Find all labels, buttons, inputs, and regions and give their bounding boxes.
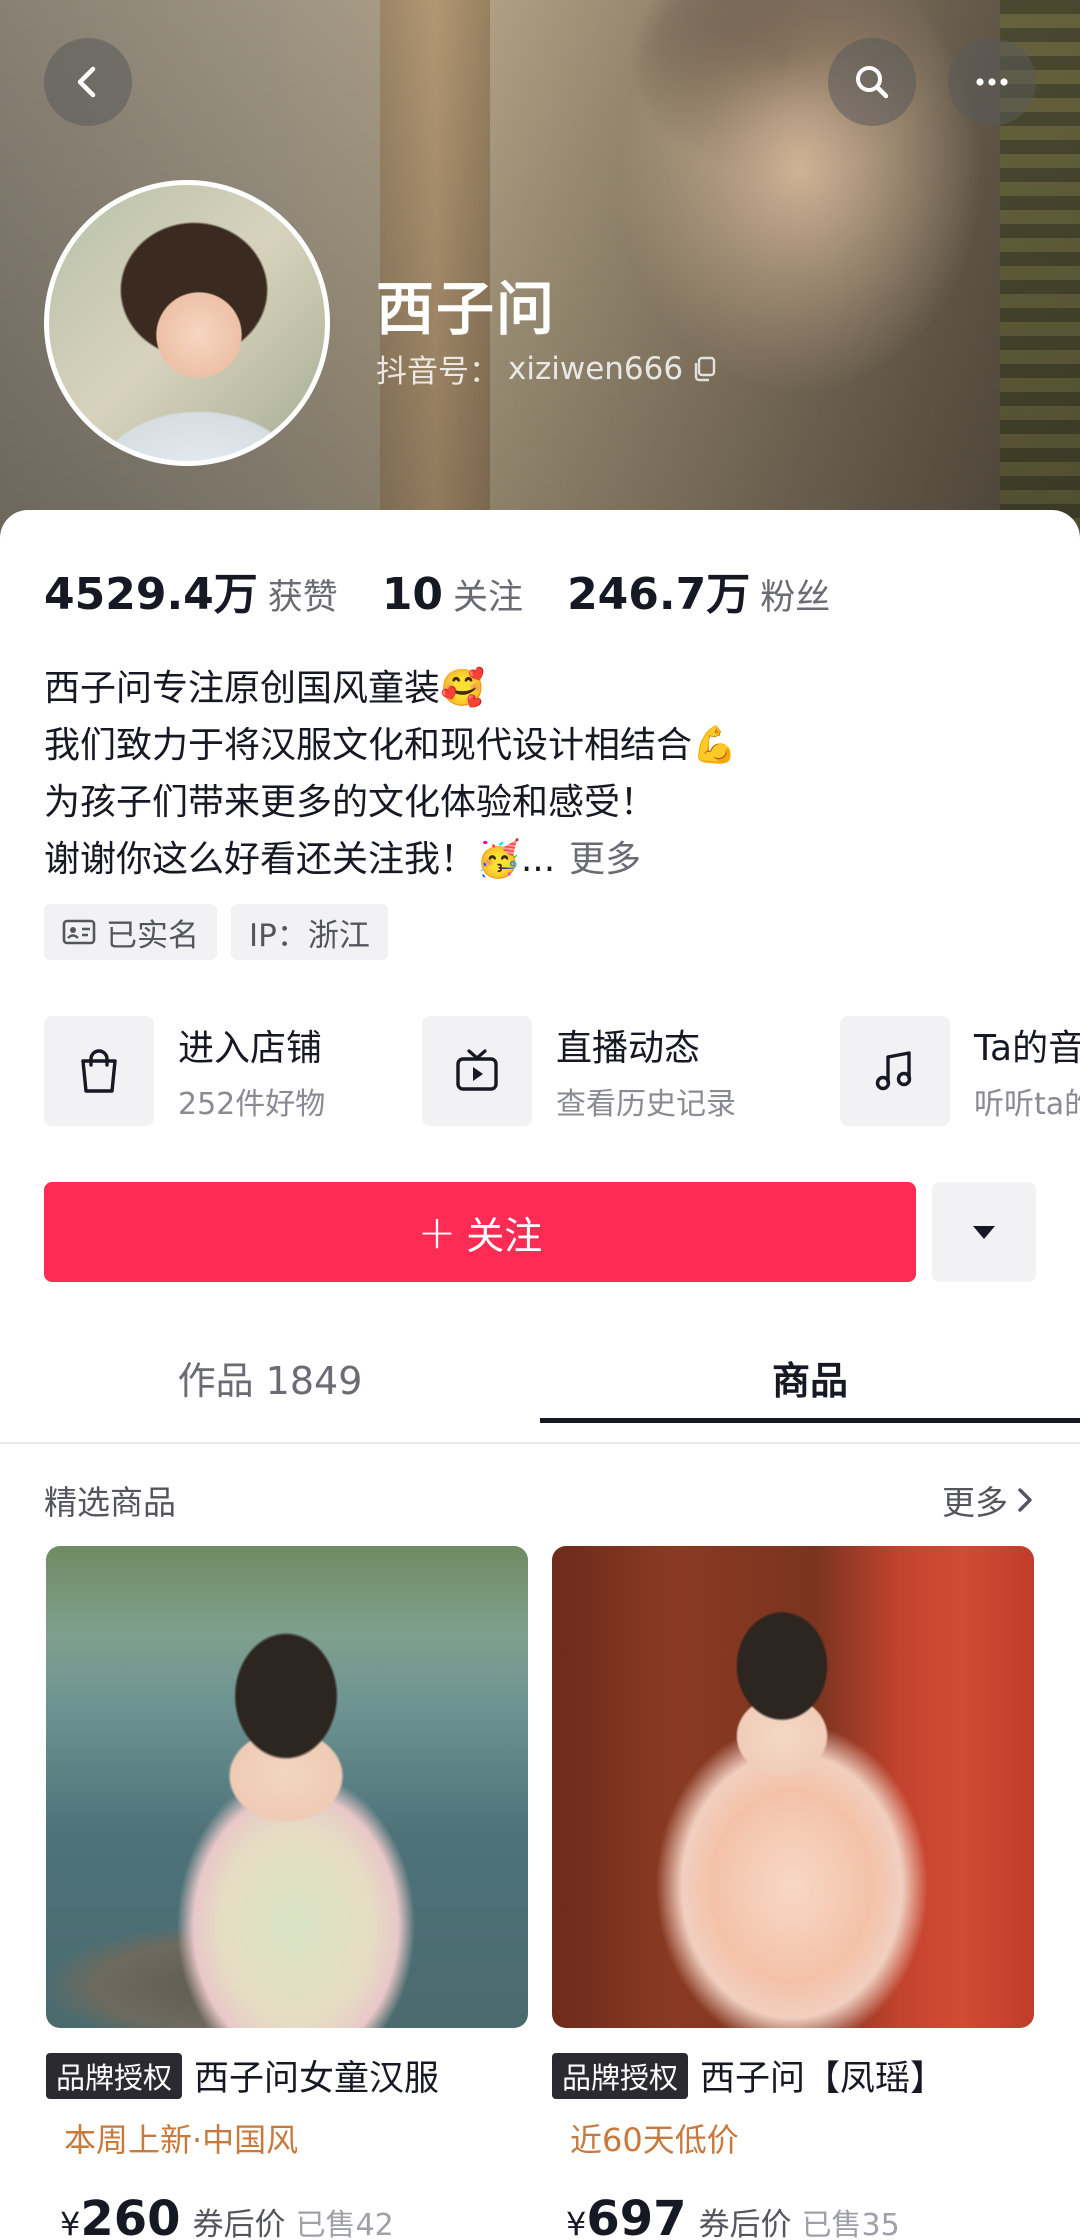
live-entry-sub: 查看历史记录 bbox=[556, 1087, 736, 1122]
stat-likes-count: 4529.4万 bbox=[44, 569, 258, 620]
shop-entry-icon-box bbox=[44, 1016, 154, 1126]
stats-row: 4529.4万 获赞 10 关注 246.7万 粉丝 bbox=[44, 558, 874, 622]
tags-row: 已实名 IP：浙江 bbox=[44, 904, 388, 960]
product-price: 260 bbox=[80, 2191, 181, 2240]
bio-line: 我们致力于将汉服文化和现代设计相结合💪 bbox=[44, 725, 737, 766]
bio[interactable]: 西子问专注原创国风童装🥰 我们致力于将汉服文化和现代设计相结合💪 为孩子们带来更… bbox=[44, 660, 1044, 888]
product-subtitle: 本周上新·中国风 bbox=[64, 2121, 299, 2159]
copy-icon[interactable] bbox=[691, 355, 719, 383]
tv-icon bbox=[456, 1049, 498, 1091]
caret-down-icon bbox=[973, 1226, 995, 1239]
id-card-icon bbox=[62, 919, 96, 945]
profile-name: 西子问 bbox=[376, 275, 557, 343]
stat-followers[interactable]: 246.7万 粉丝 bbox=[567, 558, 830, 622]
stat-following-label: 关注 bbox=[453, 578, 524, 618]
featured-more-link[interactable]: 更多 bbox=[942, 1476, 1036, 1524]
back-button[interactable] bbox=[44, 38, 132, 126]
product-card[interactable]: 品牌授权 西子问女童汉服 本周上新·中国风 ¥ 260 券后价 已售42 bbox=[46, 1546, 528, 2240]
product-name: 西子问【凤瑶】 bbox=[700, 2059, 946, 2099]
stat-followers-label: 粉丝 bbox=[760, 578, 831, 618]
shopping-bag-icon bbox=[81, 1049, 117, 1093]
bio-more-link[interactable]: 更多 bbox=[569, 839, 641, 880]
stat-followers-count: 246.7万 bbox=[567, 569, 751, 620]
bio-line: 西子问专注原创国风童装🥰 bbox=[44, 668, 485, 709]
music-entry-icon-box bbox=[840, 1016, 950, 1126]
bio-line-last: 谢谢你这么好看还关注我！🥳... 更多 bbox=[44, 831, 1044, 888]
price-after-coupon-label: 券后价 bbox=[698, 2207, 792, 2240]
currency-symbol: ¥ bbox=[60, 2205, 81, 2240]
tab-goods[interactable]: 商品 bbox=[540, 1310, 1080, 1444]
product-card[interactable]: 品牌授权 西子问【凤瑶】 近60天低价 ¥ 697 券后价 已售35 bbox=[552, 1546, 1034, 2240]
brand-badge: 品牌授权 bbox=[46, 2052, 183, 2099]
follow-button-label: 关注 bbox=[466, 1213, 543, 1258]
stat-following[interactable]: 10 关注 bbox=[382, 569, 523, 620]
more-options-button[interactable] bbox=[948, 38, 1036, 126]
product-name: 西子问女童汉服 bbox=[194, 2059, 440, 2099]
verified-tag[interactable]: 已实名 bbox=[44, 904, 217, 960]
bio-line: 为孩子们带来更多的文化体验和感受！ bbox=[44, 782, 657, 823]
verified-tag-label: 已实名 bbox=[106, 917, 199, 954]
featured-section-title: 精选商品 bbox=[44, 1483, 176, 1522]
recommend-dropdown-button[interactable] bbox=[932, 1182, 1036, 1282]
featured-more-label: 更多 bbox=[942, 1483, 1008, 1522]
shop-entry-text: 进入店铺 252件好物 bbox=[178, 1019, 325, 1123]
plus-icon: + bbox=[417, 1205, 457, 1259]
tab-active-indicator bbox=[540, 1418, 1080, 1423]
live-entry-text: 直播动态 查看历史记录 bbox=[556, 1019, 736, 1123]
music-entry[interactable]: Ta的音 听听ta的 bbox=[840, 1016, 1080, 1126]
product-image[interactable] bbox=[46, 1546, 528, 2028]
ip-tag: IP：浙江 bbox=[231, 904, 388, 960]
chevron-right-icon bbox=[1018, 1488, 1032, 1512]
music-entry-sub: 听听ta的 bbox=[974, 1087, 1080, 1122]
search-button[interactable] bbox=[828, 38, 916, 126]
stat-likes-label: 获赞 bbox=[267, 578, 338, 618]
avatar[interactable] bbox=[44, 180, 330, 466]
product-subtitle: 近60天低价 bbox=[570, 2121, 739, 2159]
search-icon bbox=[856, 66, 889, 99]
profile-id-label: 抖音号： bbox=[376, 354, 500, 390]
currency-symbol: ¥ bbox=[566, 2205, 587, 2240]
profile-id[interactable]: 抖音号： xiziwen666 bbox=[376, 346, 719, 391]
tab-works[interactable]: 作品 1849 bbox=[0, 1310, 540, 1444]
profile-id-value: xiziwen666 bbox=[508, 350, 684, 387]
product-price-row: ¥ 260 券后价 已售42 bbox=[46, 2191, 528, 2240]
shop-entry-sub: 252件好物 bbox=[178, 1087, 326, 1122]
stat-likes[interactable]: 4529.4万 获赞 bbox=[44, 558, 338, 622]
sold-count: 已售35 bbox=[801, 2208, 900, 2240]
product-price-row: ¥ 697 券后价 已售35 bbox=[552, 2191, 1034, 2240]
product-price: 697 bbox=[586, 2191, 687, 2240]
profile-card: 4529.4万 获赞 10 关注 246.7万 粉丝 西子问专注原创国风童装🥰 … bbox=[0, 510, 1080, 2240]
price-after-coupon-label: 券后价 bbox=[192, 2207, 286, 2240]
product-title: 品牌授权 西子问【凤瑶】 bbox=[552, 2050, 1034, 2101]
quick-links: 进入店铺 252件好物 直播动态 查看历史记录 Ta的音 听听ta的 bbox=[44, 1016, 1080, 1128]
live-entry[interactable]: 直播动态 查看历史记录 bbox=[422, 1016, 736, 1126]
brand-badge: 品牌授权 bbox=[552, 2052, 689, 2099]
follow-button[interactable]: + 关注 bbox=[44, 1182, 916, 1282]
ip-tag-label: IP：浙江 bbox=[249, 917, 370, 954]
music-note-icon bbox=[875, 1051, 912, 1091]
live-entry-title: 直播动态 bbox=[556, 1028, 701, 1069]
live-entry-icon-box bbox=[422, 1016, 532, 1126]
sold-count: 已售42 bbox=[295, 2208, 394, 2240]
music-entry-text: Ta的音 听听ta的 bbox=[974, 1019, 1080, 1123]
more-dots-icon bbox=[976, 78, 1008, 86]
content-tabs: 作品 1849 商品 bbox=[0, 1310, 1080, 1444]
music-entry-title: Ta的音 bbox=[974, 1028, 1080, 1069]
product-image[interactable] bbox=[552, 1546, 1034, 2028]
shop-entry[interactable]: 进入店铺 252件好物 bbox=[44, 1016, 325, 1126]
chevron-left-icon bbox=[77, 66, 96, 98]
product-title: 品牌授权 西子问女童汉服 bbox=[46, 2050, 528, 2101]
featured-section-header: 精选商品 更多 bbox=[44, 1476, 1036, 1524]
shop-entry-title: 进入店铺 bbox=[178, 1028, 323, 1069]
stat-following-count: 10 bbox=[381, 569, 444, 620]
bio-line: 谢谢你这么好看还关注我！🥳... bbox=[44, 839, 556, 880]
